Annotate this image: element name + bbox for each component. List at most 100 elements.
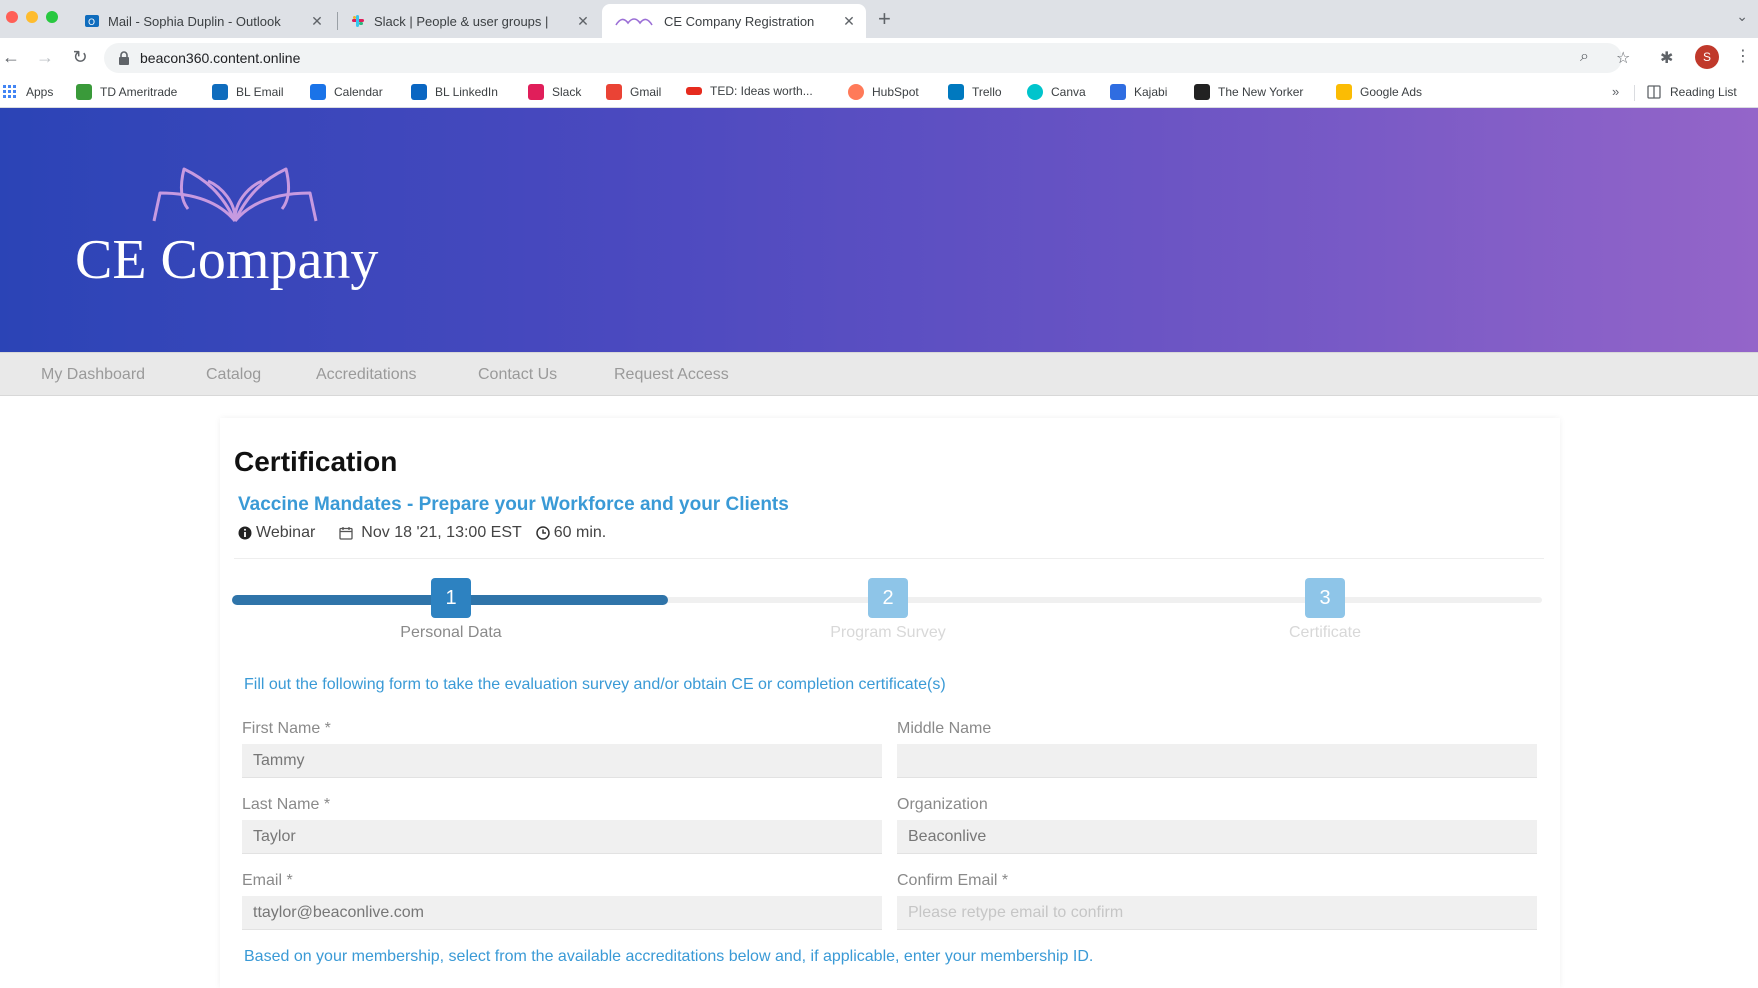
step-3-badge[interactable]: 3 bbox=[1305, 578, 1345, 618]
ce-company-favicon-icon bbox=[615, 18, 653, 26]
extensions-puzzle-icon[interactable]: ✱ bbox=[1660, 48, 1673, 68]
bookmark-label: BL Email bbox=[236, 85, 284, 99]
close-tab-icon[interactable]: ✕ bbox=[576, 13, 590, 30]
bookmark-ted[interactable]: TED: Ideas worth... bbox=[686, 84, 813, 98]
browser-toolbar: ← → ↻ beacon360.content.online ⌕ ☆ ✱ S ⋮ bbox=[0, 38, 1758, 78]
search-icon[interactable]: ⌕ bbox=[1580, 48, 1589, 66]
bookmark-label: TED: Ideas worth... bbox=[710, 84, 813, 98]
bookmark-label: Calendar bbox=[334, 85, 383, 99]
calendar-icon bbox=[339, 527, 353, 540]
certification-card: Certification Vaccine Mandates - Prepare… bbox=[220, 418, 1560, 988]
outlook-icon bbox=[212, 84, 228, 100]
reload-icon[interactable]: ↻ bbox=[69, 47, 91, 68]
bookmark-the-new-yorker[interactable]: The New Yorker bbox=[1194, 84, 1303, 100]
trello-icon bbox=[948, 84, 964, 100]
step-2-label: Program Survey bbox=[830, 624, 946, 641]
confirm-email-input[interactable] bbox=[897, 896, 1537, 930]
profile-avatar[interactable]: S bbox=[1695, 45, 1719, 69]
tab-title: Slack | People & user groups | bbox=[374, 13, 549, 29]
bookmark-bl-email[interactable]: BL Email bbox=[212, 84, 284, 100]
slack-icon bbox=[528, 84, 544, 100]
first-name-input[interactable] bbox=[242, 744, 882, 778]
tab-separator bbox=[337, 12, 338, 30]
browser-tab-ce-company[interactable]: CE Company Registration ✕ bbox=[602, 4, 866, 38]
confirm-email-label: Confirm Email * bbox=[897, 872, 1009, 889]
page-title: Certification bbox=[234, 446, 398, 477]
nav-my-dashboard[interactable]: My Dashboard bbox=[41, 366, 145, 384]
svg-text:O: O bbox=[88, 18, 95, 28]
bookmark-label: Apps bbox=[26, 85, 54, 99]
bookmark-label: BL LinkedIn bbox=[435, 85, 498, 99]
middle-name-label: Middle Name bbox=[897, 720, 992, 737]
linkedin-icon bbox=[411, 84, 427, 100]
browser-tab-outlook[interactable]: O Mail - Sophia Duplin - Outlook ✕ bbox=[74, 4, 334, 38]
tab-search-chevron-icon[interactable]: ⌄ bbox=[1736, 8, 1748, 25]
close-tab-icon[interactable]: ✕ bbox=[842, 13, 856, 30]
nav-accreditations[interactable]: Accreditations bbox=[316, 366, 417, 384]
bookmark-td-ameritrade[interactable]: TD Ameritrade bbox=[76, 84, 177, 100]
first-name-label: First Name * bbox=[242, 720, 331, 737]
bookmark-canva[interactable]: Canva bbox=[1027, 84, 1086, 100]
course-title-link[interactable]: Vaccine Mandates - Prepare your Workforc… bbox=[238, 494, 789, 516]
new-tab-button[interactable]: + bbox=[878, 6, 891, 32]
bookmark-slack[interactable]: Slack bbox=[528, 84, 581, 100]
hubspot-icon bbox=[848, 84, 864, 100]
step-2-badge[interactable]: 2 bbox=[868, 578, 908, 618]
apps-grid-icon bbox=[3, 85, 16, 98]
step-1-badge[interactable]: 1 bbox=[431, 578, 471, 618]
ted-icon bbox=[686, 87, 702, 95]
bookmark-kajabi[interactable]: Kajabi bbox=[1110, 84, 1167, 100]
bookmark-label: Gmail bbox=[630, 85, 662, 99]
more-bookmarks-chevron-icon[interactable]: » bbox=[1612, 84, 1619, 99]
forward-arrow-icon[interactable]: → bbox=[34, 47, 56, 68]
step-3-label: Certificate bbox=[1288, 624, 1362, 641]
reading-list-icon bbox=[1647, 85, 1661, 99]
bookmark-gmail[interactable]: Gmail bbox=[606, 84, 661, 100]
reading-list-label: Reading List bbox=[1670, 85, 1737, 99]
course-type: Webinar bbox=[256, 524, 316, 541]
course-meta: Webinar Nov 18 '21, 13:00 EST 60 min. bbox=[238, 524, 606, 542]
minimize-window-button[interactable] bbox=[26, 11, 38, 23]
bookmark-label: TD Ameritrade bbox=[100, 85, 178, 99]
bookmark-label: Kajabi bbox=[1134, 85, 1168, 99]
site-navigation: My Dashboard Catalog Accreditations Cont… bbox=[0, 352, 1758, 396]
new-yorker-icon bbox=[1194, 84, 1210, 100]
tab-title: Mail - Sophia Duplin - Outlook bbox=[108, 13, 281, 29]
browser-menu-icon[interactable]: ⋮ bbox=[1735, 46, 1751, 66]
bookmark-label: Google Ads bbox=[1360, 85, 1423, 99]
bookmark-bl-linkedin[interactable]: BL LinkedIn bbox=[411, 84, 498, 100]
last-name-label: Last Name * bbox=[242, 796, 331, 813]
bookmark-calendar[interactable]: Calendar bbox=[310, 84, 383, 100]
brand-name: CE Company bbox=[75, 229, 379, 291]
td-ameritrade-icon bbox=[76, 84, 92, 100]
bookmarks-bar: Apps TD Ameritrade BL Email Calendar BL … bbox=[0, 78, 1758, 108]
address-bar[interactable]: beacon360.content.online bbox=[104, 43, 1622, 73]
brand-banner: CE Company bbox=[0, 108, 1758, 352]
middle-name-input[interactable] bbox=[897, 744, 1537, 778]
email-input[interactable] bbox=[242, 896, 882, 930]
nav-request-access[interactable]: Request Access bbox=[614, 366, 729, 384]
organization-input[interactable] bbox=[897, 820, 1537, 854]
nav-contact-us[interactable]: Contact Us bbox=[478, 366, 557, 384]
bookmark-label: Trello bbox=[972, 85, 1002, 99]
reading-list-button[interactable]: Reading List bbox=[1646, 84, 1737, 100]
nav-catalog[interactable]: Catalog bbox=[206, 366, 261, 384]
bookmark-label: The New Yorker bbox=[1218, 85, 1304, 99]
slack-icon bbox=[352, 15, 364, 27]
close-window-button[interactable] bbox=[6, 11, 18, 23]
form-instructions: Fill out the following form to take the … bbox=[244, 676, 946, 693]
bookmark-trello[interactable]: Trello bbox=[948, 84, 1002, 100]
browser-tab-slack[interactable]: Slack | People & user groups | ✕ bbox=[340, 4, 600, 38]
back-arrow-icon[interactable]: ← bbox=[0, 47, 22, 68]
bookmark-star-icon[interactable]: ☆ bbox=[1616, 48, 1630, 68]
close-tab-icon[interactable]: ✕ bbox=[310, 13, 324, 30]
bookmark-google-ads[interactable]: Google Ads bbox=[1336, 84, 1422, 100]
organization-label: Organization bbox=[897, 796, 988, 813]
bookmark-hubspot[interactable]: HubSpot bbox=[848, 84, 919, 100]
bookmark-apps[interactable]: Apps bbox=[2, 84, 53, 100]
last-name-input[interactable] bbox=[242, 820, 882, 854]
clock-icon bbox=[536, 526, 550, 540]
maximize-window-button[interactable] bbox=[46, 11, 58, 23]
info-icon bbox=[238, 526, 252, 540]
kajabi-icon bbox=[1110, 84, 1126, 100]
